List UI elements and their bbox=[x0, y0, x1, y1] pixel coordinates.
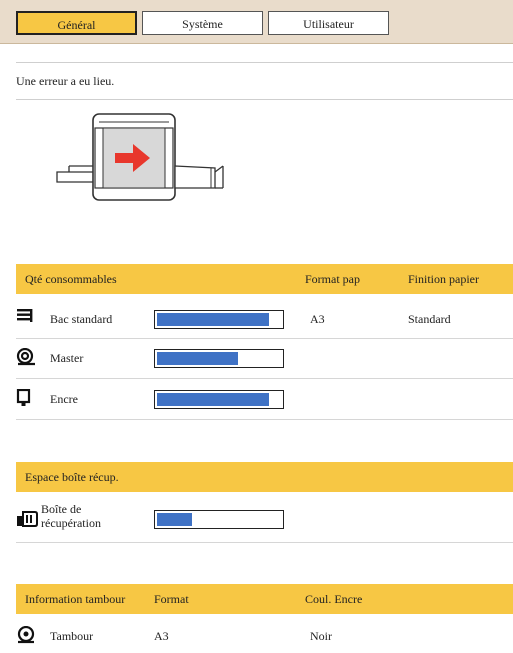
error-message: Une erreur a eu lieu. bbox=[16, 74, 115, 88]
drum-row: Tambour A3 Noir bbox=[16, 618, 513, 653]
level-bar bbox=[154, 310, 284, 329]
drum-icon bbox=[16, 625, 36, 648]
level-bar-fill bbox=[157, 313, 269, 326]
tab-bar: Général Système Utilisateur bbox=[0, 0, 513, 44]
disposal-label-line2: récupération bbox=[41, 516, 101, 530]
consumable-label: Bac standard bbox=[50, 312, 113, 326]
level-bar-fill bbox=[157, 393, 269, 406]
level-bar bbox=[154, 349, 284, 368]
master-roll-icon bbox=[16, 347, 36, 370]
drum-label: Tambour bbox=[50, 629, 94, 643]
finish-header-label: Finition papier bbox=[408, 272, 479, 286]
consumable-row-master: Master bbox=[16, 339, 513, 379]
consumable-row-bac-standard: Bac standard A3 Standard bbox=[16, 298, 513, 338]
paper-finish-value: Standard bbox=[408, 312, 451, 326]
tab-systeme[interactable]: Système bbox=[142, 11, 263, 35]
disposal-row: Boîte de récupération bbox=[16, 496, 513, 542]
consumable-label: Encre bbox=[50, 392, 78, 406]
divider bbox=[16, 542, 513, 543]
divider bbox=[16, 62, 513, 63]
disposal-box-icon bbox=[16, 510, 38, 532]
level-bar-fill bbox=[157, 513, 192, 526]
level-bar bbox=[154, 390, 284, 409]
divider bbox=[16, 99, 513, 100]
disposal-header-label: Espace boîte récup. bbox=[25, 470, 119, 484]
divider bbox=[16, 419, 513, 420]
disposal-label: Boîte de récupération bbox=[41, 502, 101, 530]
tab-utilisateur[interactable]: Utilisateur bbox=[268, 11, 389, 35]
drum-header: Information tambour Format Coul. Encre bbox=[16, 584, 513, 614]
drum-ink-header: Coul. Encre bbox=[305, 592, 363, 606]
level-bar bbox=[154, 510, 284, 529]
level-bar-fill bbox=[157, 352, 238, 365]
consumables-header: Qté consommables Format pap Finition pap… bbox=[16, 264, 513, 294]
paper-tray-icon bbox=[16, 308, 34, 328]
printer-arrow-icon bbox=[55, 106, 230, 210]
consumable-row-encre: Encre bbox=[16, 379, 513, 419]
disposal-header: Espace boîte récup. bbox=[16, 462, 513, 492]
drum-format-value: A3 bbox=[154, 629, 169, 643]
drum-format-header: Format bbox=[154, 592, 189, 606]
drum-ink-color-value: Noir bbox=[310, 629, 332, 643]
paper-format-value: A3 bbox=[310, 312, 325, 326]
drum-header-label: Information tambour bbox=[25, 592, 126, 606]
consumables-header-label: Qté consommables bbox=[25, 272, 117, 286]
consumable-label: Master bbox=[50, 351, 84, 365]
format-header-label: Format pap bbox=[305, 272, 360, 286]
tab-general[interactable]: Général bbox=[16, 11, 137, 35]
ink-cartridge-icon bbox=[16, 388, 34, 411]
disposal-label-line1: Boîte de bbox=[41, 502, 82, 516]
